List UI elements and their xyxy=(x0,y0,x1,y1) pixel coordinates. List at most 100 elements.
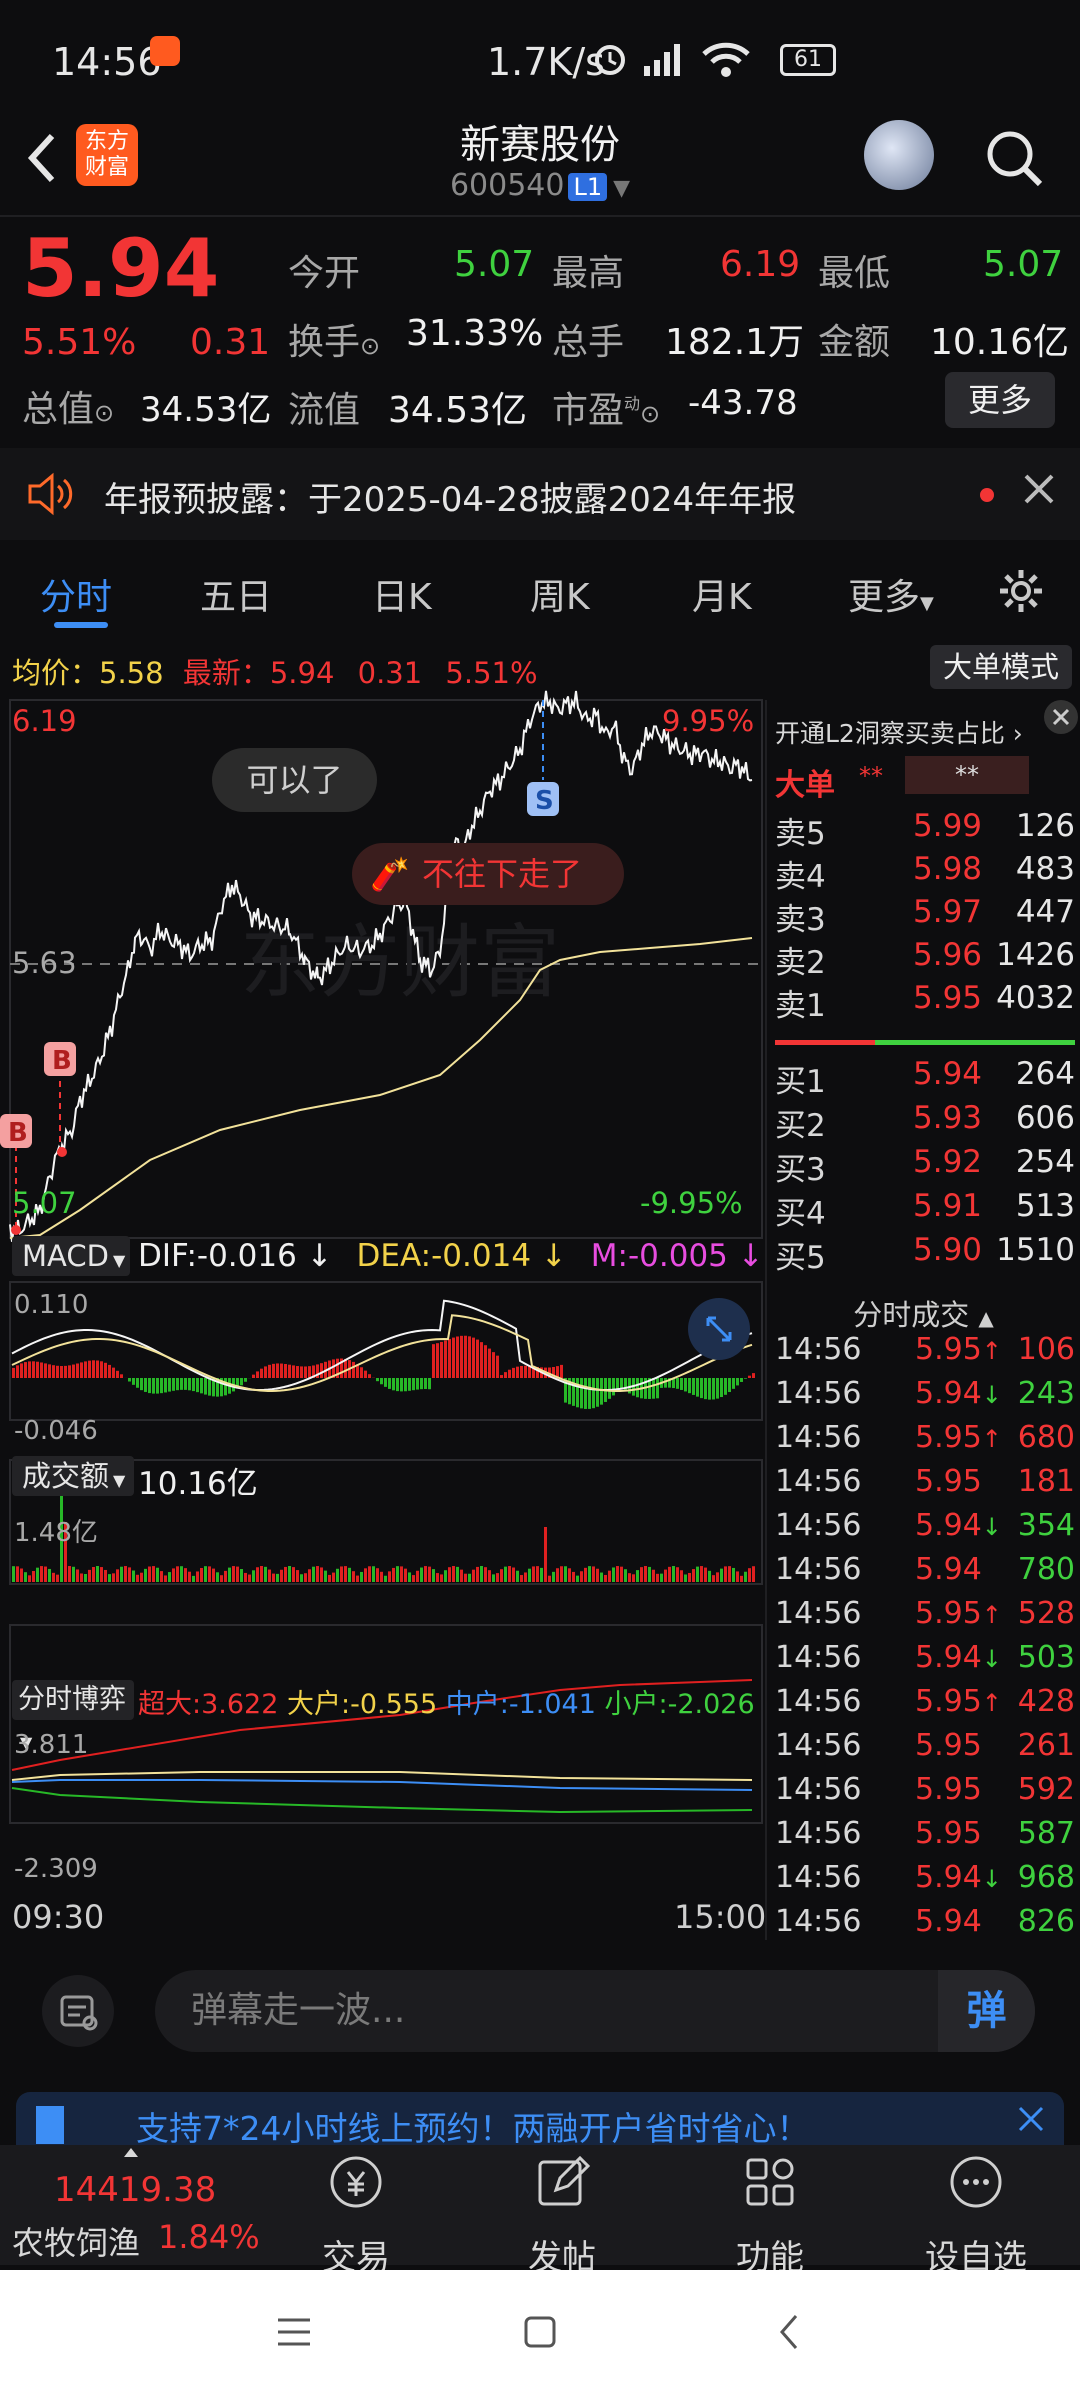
float-value: 34.53亿 xyxy=(388,390,528,431)
float-label: 流值 xyxy=(288,390,361,431)
fund-top: 3.811 xyxy=(14,1730,89,1760)
tab-weekly-k[interactable]: 周K xyxy=(530,568,590,620)
ask-row: 卖3 5.97 447 xyxy=(775,894,1075,938)
trade-row: 14:56 5.95↑ 428 xyxy=(775,1684,1075,1719)
danmu-bubble: 可以了 xyxy=(212,748,377,812)
chevron-down-icon: ▼ xyxy=(113,1471,126,1490)
apps-icon[interactable] xyxy=(740,2152,800,2216)
wifi-icon xyxy=(700,40,752,89)
trade-row: 14:56 5.94↓ 243 xyxy=(775,1376,1075,1411)
notification-icon xyxy=(150,36,180,66)
trade-row: 14:56 5.95 592 xyxy=(775,1772,1075,1807)
open-label: 今开 xyxy=(288,253,361,294)
index-value[interactable]: 14419.38 xyxy=(54,2170,216,2210)
megaphone-icon xyxy=(36,2106,64,2144)
system-nav-bar xyxy=(0,2270,1080,2400)
trade-row: 14:56 5.95 587 xyxy=(775,1816,1075,1851)
volume-total: 10.16亿 xyxy=(138,1466,258,1502)
trade-row: 14:56 5.95↑ 106 xyxy=(775,1332,1075,1367)
chart-top-price: 6.19 xyxy=(12,704,77,738)
big-order-stars: ** xyxy=(859,762,883,790)
chart-bottom-pct: -9.95% xyxy=(640,1186,743,1220)
close-icon[interactable] xyxy=(1022,472,1056,510)
bid-row: 买1 5.94 264 xyxy=(775,1056,1075,1100)
macd-bottom: -0.046 xyxy=(14,1416,98,1446)
back-nav-icon[interactable] xyxy=(776,2312,802,2356)
index-name[interactable]: 农牧饲渔 xyxy=(12,2218,140,2264)
danmu-send-button[interactable]: 弹 xyxy=(938,1970,1035,2052)
bid-row: 买5 5.90 1510 xyxy=(775,1232,1075,1276)
robot-avatar[interactable] xyxy=(864,120,934,190)
notice-text: 年报预披露：于2025-04-28披露2024年年报 xyxy=(104,480,797,520)
volume-top: 1.48亿 xyxy=(14,1518,98,1548)
turnover-value: 31.33% xyxy=(406,313,544,354)
bid-row: 买4 5.91 513 xyxy=(775,1188,1075,1232)
settings-icon[interactable] xyxy=(996,566,1046,620)
volume-selector[interactable]: 成交额 ▼ xyxy=(12,1456,134,1496)
time-end: 15:00 xyxy=(674,1898,767,1936)
chevron-down-icon: ▼ xyxy=(112,1251,126,1270)
chevron-up-icon: ▲ xyxy=(978,1306,994,1330)
tab-monthly-k[interactable]: 月K xyxy=(692,568,752,620)
trade-icon[interactable] xyxy=(326,2152,386,2216)
tab-more[interactable]: 更多▼ xyxy=(848,568,934,620)
svg-text:B: B xyxy=(8,1118,28,1148)
trade-row: 14:56 5.95↑ 528 xyxy=(775,1596,1075,1631)
index-pct: 1.84% xyxy=(158,2218,260,2256)
macd-values: DIF:-0.016 ↓ DEA:-0.014 ↓ M:-0.005 ↓ xyxy=(138,1238,764,1274)
svg-text:B: B xyxy=(52,1046,72,1076)
svg-text:S: S xyxy=(535,786,554,816)
more-button[interactable]: 更多 xyxy=(945,372,1055,428)
l2-promo[interactable]: 开通L2洞察买卖占比 › xyxy=(775,714,1023,750)
bid-row: 买3 5.92 254 xyxy=(775,1144,1075,1188)
chart-top-pct: 9.95% xyxy=(662,704,755,738)
big-order-stars: ** xyxy=(905,756,1029,794)
chevron-down-icon: ▼ xyxy=(920,593,934,614)
promo-banner[interactable]: 支持7*24小时线上预约！两融开户省时省心！ xyxy=(16,2092,1064,2148)
menu-icon[interactable] xyxy=(276,2316,312,2352)
trade-row: 14:56 5.94 826 xyxy=(775,1904,1075,1939)
open-value: 5.07 xyxy=(454,244,535,285)
big-order-label: 大单 xyxy=(775,768,835,803)
net-speed: 1.7K/s xyxy=(487,40,605,84)
firecracker-icon: 🧨 xyxy=(370,855,410,893)
big-order-mode-button[interactable]: 大单模式 xyxy=(930,645,1072,689)
expand-icon[interactable] xyxy=(688,1298,750,1360)
low-value: 5.07 xyxy=(983,244,1064,285)
ask-bid-ratio-bar xyxy=(875,1040,1075,1045)
time-start: 09:30 xyxy=(12,1898,105,1936)
high-value: 6.19 xyxy=(720,244,801,285)
danmu-input[interactable]: 弹幕走一波... xyxy=(155,1970,1035,2052)
ask-row: 卖2 5.96 1426 xyxy=(775,937,1075,981)
ask-row: 卖5 5.99 126 xyxy=(775,808,1075,852)
chevron-down-icon: ▼ xyxy=(613,176,631,201)
amount-value: 10.16亿 xyxy=(930,322,1070,363)
tab-intraday[interactable]: 分时 xyxy=(40,568,112,620)
more-dots-icon[interactable] xyxy=(946,2152,1006,2216)
notice-bar[interactable]: 年报预披露：于2025-04-28披露2024年年报 xyxy=(0,448,1080,540)
post-icon[interactable] xyxy=(532,2152,592,2216)
chevron-up-icon xyxy=(124,2148,138,2157)
info-icon: ⊙ xyxy=(360,332,381,360)
amount-label: 金额 xyxy=(818,322,891,363)
battery-icon: 61 xyxy=(780,44,836,76)
low-label: 最低 xyxy=(818,253,891,294)
search-icon[interactable] xyxy=(984,128,1044,192)
red-dot xyxy=(980,488,994,502)
close-icon[interactable] xyxy=(1044,700,1078,734)
macd-selector[interactable]: MACD ▼ xyxy=(12,1236,130,1276)
danmu-settings-icon[interactable] xyxy=(42,1975,114,2047)
trades-title[interactable]: 分时成交 ▲ xyxy=(767,1292,1080,1334)
turnover-label: 换手⊙ xyxy=(288,322,381,363)
signal-icon xyxy=(640,40,690,81)
home-icon[interactable] xyxy=(522,2314,558,2354)
ask-row: 卖1 5.95 4032 xyxy=(775,980,1075,1024)
tab-daily-k[interactable]: 日K xyxy=(372,568,432,620)
bid-row: 买2 5.93 606 xyxy=(775,1100,1075,1144)
volume-label: 总手 xyxy=(552,322,625,363)
fund-selector[interactable]: 分时博弈▼ xyxy=(12,1680,134,1752)
close-icon[interactable] xyxy=(1016,2104,1046,2138)
tab-five-day[interactable]: 五日 xyxy=(200,568,272,620)
mktcap-label: 总值⊙ xyxy=(22,389,115,430)
price-info-line: 均价：5.58 最新：5.94 0.31 5.51% xyxy=(12,656,538,690)
